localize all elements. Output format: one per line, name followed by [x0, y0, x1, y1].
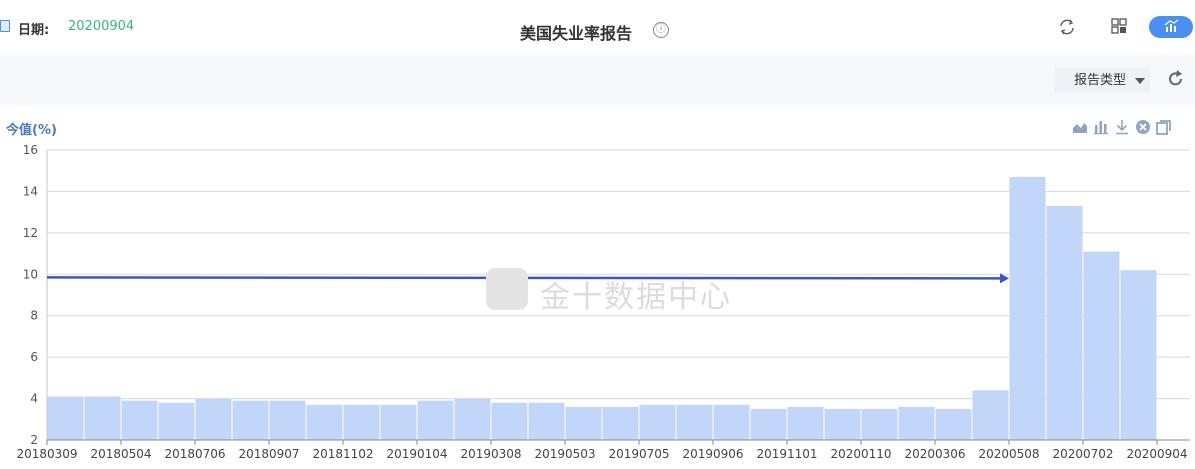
chart-view-button[interactable] [1149, 16, 1193, 38]
y-tick-label: 4 [30, 392, 38, 406]
caret-down-icon [1135, 78, 1145, 84]
bar-20190405[interactable] [528, 402, 565, 440]
bar-20180406[interactable] [84, 396, 121, 441]
bar-20190705[interactable] [639, 404, 676, 440]
x-tick-label: 20200110 [830, 447, 891, 461]
bar-20190308[interactable] [491, 402, 528, 440]
table-view-icon[interactable] [1111, 18, 1127, 34]
bar-20181005[interactable] [306, 404, 343, 440]
x-tick-label: 20180706 [164, 447, 225, 461]
bar-20180803[interactable] [232, 400, 269, 440]
bar-20200110[interactable] [861, 408, 898, 440]
bar-20190104[interactable] [417, 400, 454, 440]
calendar-icon [0, 20, 10, 32]
x-tick-label: 20200702 [1052, 447, 1113, 461]
reload-icon[interactable] [1167, 70, 1185, 88]
bar-20200702[interactable] [1083, 251, 1120, 441]
x-tick-label: 20190906 [682, 447, 743, 461]
x-tick-label: 20180907 [238, 447, 299, 461]
bar-20180504[interactable] [121, 400, 158, 440]
date-label: 日期: [18, 23, 50, 38]
page-title: 美国失业率报告 [520, 24, 633, 43]
info-icon[interactable]: ⓘ [653, 22, 669, 38]
bar-20200807[interactable] [1120, 270, 1157, 440]
filter-toolbar [0, 55, 1195, 105]
x-tick-label: 20180309 [16, 447, 77, 461]
bar-20181207[interactable] [380, 404, 417, 440]
sync-icon[interactable] [1058, 18, 1076, 36]
report-type-label: 报告类型 [1074, 73, 1127, 88]
x-tick-label: 20190104 [386, 447, 447, 461]
report-type-dropdown[interactable]: 报告类型 [1055, 68, 1150, 93]
bar-20190802[interactable] [676, 404, 713, 440]
bar-20200605[interactable] [1046, 205, 1083, 440]
bar-20190503[interactable] [565, 406, 602, 440]
bar-20191004[interactable] [750, 408, 787, 440]
x-tick-label: 20200904 [1126, 447, 1187, 461]
bar-20200403[interactable] [972, 390, 1009, 440]
bar-20190906[interactable] [713, 404, 750, 440]
watermark-logo-icon [486, 268, 528, 310]
bar-20190201[interactable] [454, 398, 491, 440]
y-tick-label: 14 [23, 184, 38, 198]
x-tick-label: 20190503 [534, 447, 595, 461]
date-value[interactable]: 20200904 [68, 19, 134, 34]
bar-20181102[interactable] [343, 404, 380, 440]
chart-icon [1164, 19, 1179, 32]
y-tick-label: 12 [23, 226, 38, 240]
bar-20191206[interactable] [824, 408, 861, 440]
x-tick-label: 20200508 [978, 447, 1039, 461]
bar-20180601[interactable] [158, 402, 195, 440]
x-tick-label: 20190308 [460, 447, 521, 461]
watermark-text: 金十数据中心 [540, 280, 732, 315]
y-tick-label: 8 [30, 309, 38, 323]
watermark: 金十数据中心 [486, 268, 736, 315]
bar-20200207[interactable] [898, 406, 935, 440]
bar-20190607[interactable] [602, 406, 639, 440]
x-tick-label: 20190705 [608, 447, 669, 461]
bar-20200508[interactable] [1009, 176, 1046, 440]
y-tick-label: 10 [23, 267, 38, 281]
bar-20180907[interactable] [269, 400, 306, 440]
top-bar: 日期: 20200904 美国失业率报告 ⓘ [0, 0, 1195, 55]
bar-20200306[interactable] [935, 408, 972, 440]
bar-20180309[interactable] [47, 396, 84, 441]
bar-20180706[interactable] [195, 398, 232, 440]
y-tick-label: 6 [30, 350, 38, 364]
y-tick-label: 2 [30, 433, 38, 447]
x-tick-label: 20181102 [312, 447, 373, 461]
arrow-head-icon [1000, 273, 1009, 284]
y-tick-label: 16 [23, 143, 38, 157]
bar-20191101[interactable] [787, 406, 824, 440]
x-tick-label: 20191101 [756, 447, 817, 461]
x-tick-label: 20200306 [904, 447, 965, 461]
x-tick-label: 20180504 [90, 447, 151, 461]
